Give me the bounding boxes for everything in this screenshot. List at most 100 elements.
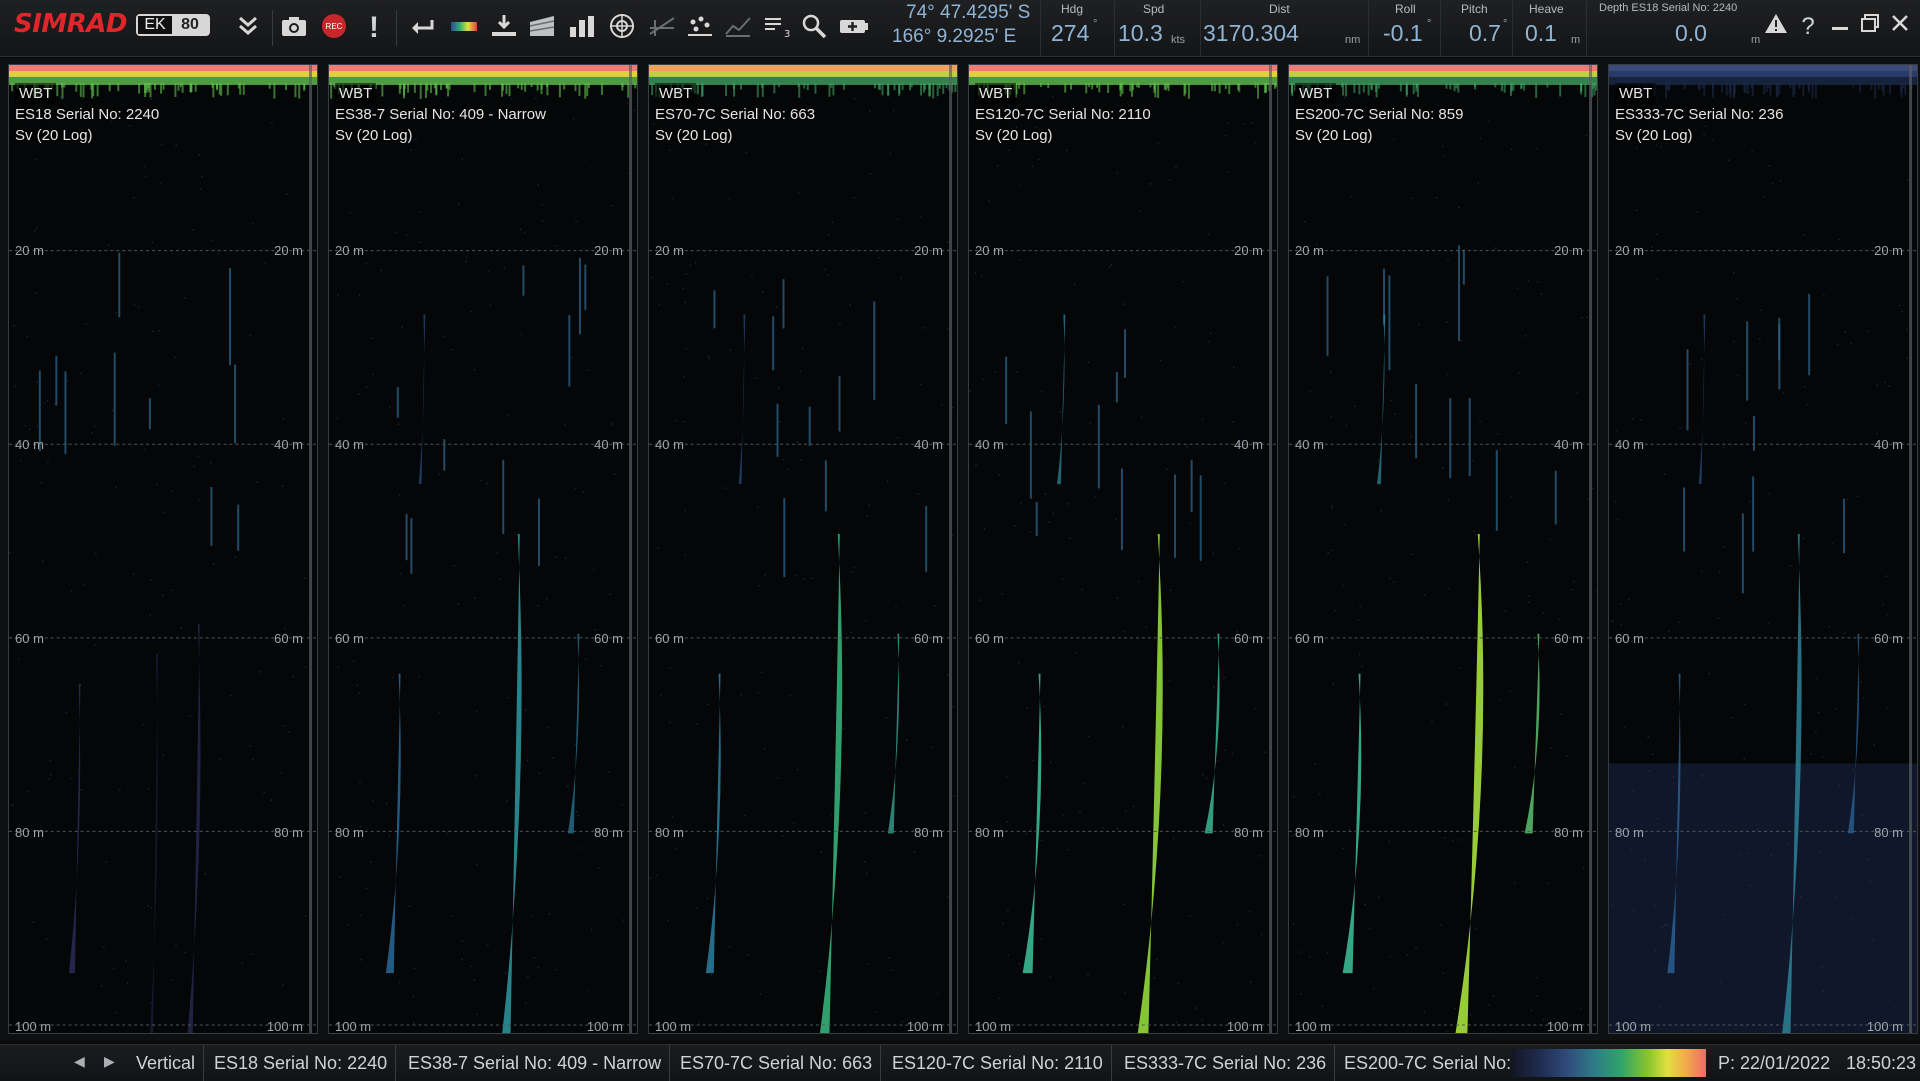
channel-tab-3[interactable]: ES70-7C Serial No: 663 [672, 1045, 881, 1081]
speckle [1044, 706, 1045, 707]
record-icon[interactable]: REC [318, 12, 350, 44]
speckle [696, 723, 697, 724]
alarm-exclamation-icon[interactable]: ! [358, 12, 390, 44]
speckle [113, 968, 114, 969]
speckle [952, 534, 953, 535]
surface-noise [1154, 83, 1156, 97]
speckle [400, 573, 401, 574]
chevron-double-down-icon[interactable] [232, 12, 264, 44]
color-bar-icon[interactable] [448, 12, 480, 44]
channel-tab-5[interactable]: ES333-7C Serial No: 236 [1116, 1045, 1335, 1081]
speckle [1850, 343, 1851, 344]
echogram-panel-5[interactable]: WBT ES200-7C Serial No: 859 Sv (20 Log) … [1288, 64, 1598, 1034]
echo-streak [888, 634, 900, 834]
fish-trace [1463, 250, 1465, 285]
depth-label-left: 40 m [15, 437, 44, 452]
bottom-detection-icon[interactable] [488, 12, 520, 44]
surface-noise [1793, 83, 1795, 94]
speckle [213, 563, 214, 564]
echogram-panel-4[interactable]: WBT ES120-7C Serial No: 2110 Sv (20 Log)… [968, 64, 1278, 1034]
speckle [486, 483, 487, 484]
speckle [593, 569, 594, 570]
channel-tab-2[interactable]: ES38-7 Serial No: 409 - Narrow [400, 1045, 670, 1081]
speckle [134, 304, 135, 305]
surface-noise [1188, 83, 1190, 99]
speckle [1487, 1032, 1488, 1033]
speckle [150, 614, 151, 615]
bar-chart-icon[interactable] [566, 12, 598, 44]
echogram-panel-6[interactable]: WBT ES333-7C Serial No: 236 Sv (20 Log) … [1608, 64, 1918, 1034]
back-arrow-icon[interactable] [406, 12, 438, 44]
surface-noise [622, 83, 624, 87]
fish-trace [1124, 329, 1126, 378]
speckle [1624, 726, 1625, 727]
surface-noise [586, 83, 588, 96]
surface-noise [1211, 83, 1213, 91]
camera-icon[interactable] [278, 12, 310, 44]
panel-subtitle-6: Sv (20 Log) [1615, 125, 1783, 146]
speckle [953, 795, 954, 796]
speckle [48, 778, 49, 779]
surface-noise [942, 83, 944, 94]
fish-trace [1683, 487, 1685, 551]
speckle [795, 575, 796, 576]
panel-subtitle-5: Sv (20 Log) [1295, 125, 1463, 146]
echo-streak [1343, 674, 1362, 973]
speckle [851, 571, 852, 572]
speckle [1494, 247, 1495, 248]
speckle [1668, 631, 1669, 632]
channel-tab-1[interactable]: ES18 Serial No: 2240 [206, 1045, 396, 1081]
depth-label-left: 40 m [1295, 437, 1324, 452]
scroll-right-icon[interactable]: ▶ [104, 1053, 115, 1070]
echogram-icon[interactable] [526, 12, 558, 44]
surface-noise [1228, 83, 1230, 94]
speckle [1530, 1010, 1531, 1011]
warning-icon[interactable] [1762, 12, 1790, 42]
close-icon[interactable] [1886, 12, 1914, 42]
speckle [172, 980, 173, 981]
speckle [347, 924, 348, 925]
speckle [172, 490, 173, 491]
speckle [626, 102, 627, 103]
numeric-display-icon[interactable]: 3 [760, 12, 792, 44]
speckle [889, 153, 890, 154]
restore-icon[interactable] [1856, 12, 1884, 42]
speckle [1899, 305, 1900, 306]
depth-label-left: 100 m [655, 1019, 691, 1034]
channel-tab-4[interactable]: ES120-7C Serial No: 2110 [884, 1045, 1112, 1081]
speckle [1783, 392, 1784, 393]
speckle [729, 946, 730, 947]
speckle [975, 272, 976, 273]
heave-value: 0.1 [1525, 20, 1557, 47]
speckle [94, 426, 95, 427]
scatter-icon[interactable] [684, 12, 716, 44]
speckle [1749, 501, 1750, 502]
grid-disabled-icon[interactable] [646, 12, 678, 44]
speckle [1537, 281, 1538, 282]
speckle [684, 510, 685, 511]
speckle [988, 200, 989, 201]
speckle [1853, 769, 1854, 770]
speckle [1350, 196, 1351, 197]
graph-disabled-icon[interactable] [722, 12, 754, 44]
help-icon[interactable]: ? [1794, 12, 1822, 42]
depth-label-left: 60 m [15, 631, 44, 646]
echogram-panel-1[interactable]: WBT ES18 Serial No: 2240 Sv (20 Log) 20 … [8, 64, 318, 1034]
zoom-icon[interactable] [798, 12, 830, 44]
speckle [608, 771, 609, 772]
echogram-panel-2[interactable]: WBT ES38-7 Serial No: 409 - Narrow Sv (2… [328, 64, 638, 1034]
view-mode-tab[interactable]: Vertical [128, 1045, 204, 1081]
channel-tab-6[interactable]: ES200-7C Serial No: [1336, 1045, 1519, 1081]
minimize-icon[interactable] [1826, 12, 1854, 42]
battery-icon[interactable] [838, 12, 870, 44]
speckle [888, 957, 889, 958]
color-scale-bar[interactable] [1512, 1049, 1706, 1077]
target-icon[interactable] [606, 12, 638, 44]
speckle [1701, 358, 1702, 359]
speckle [764, 574, 765, 575]
speckle [876, 1011, 877, 1012]
scroll-left-icon[interactable]: ◀ [74, 1053, 85, 1070]
fish-trace [783, 498, 785, 577]
echogram-panel-3[interactable]: WBT ES70-7C Serial No: 663 Sv (20 Log) 2… [648, 64, 958, 1034]
speckle [71, 778, 72, 779]
